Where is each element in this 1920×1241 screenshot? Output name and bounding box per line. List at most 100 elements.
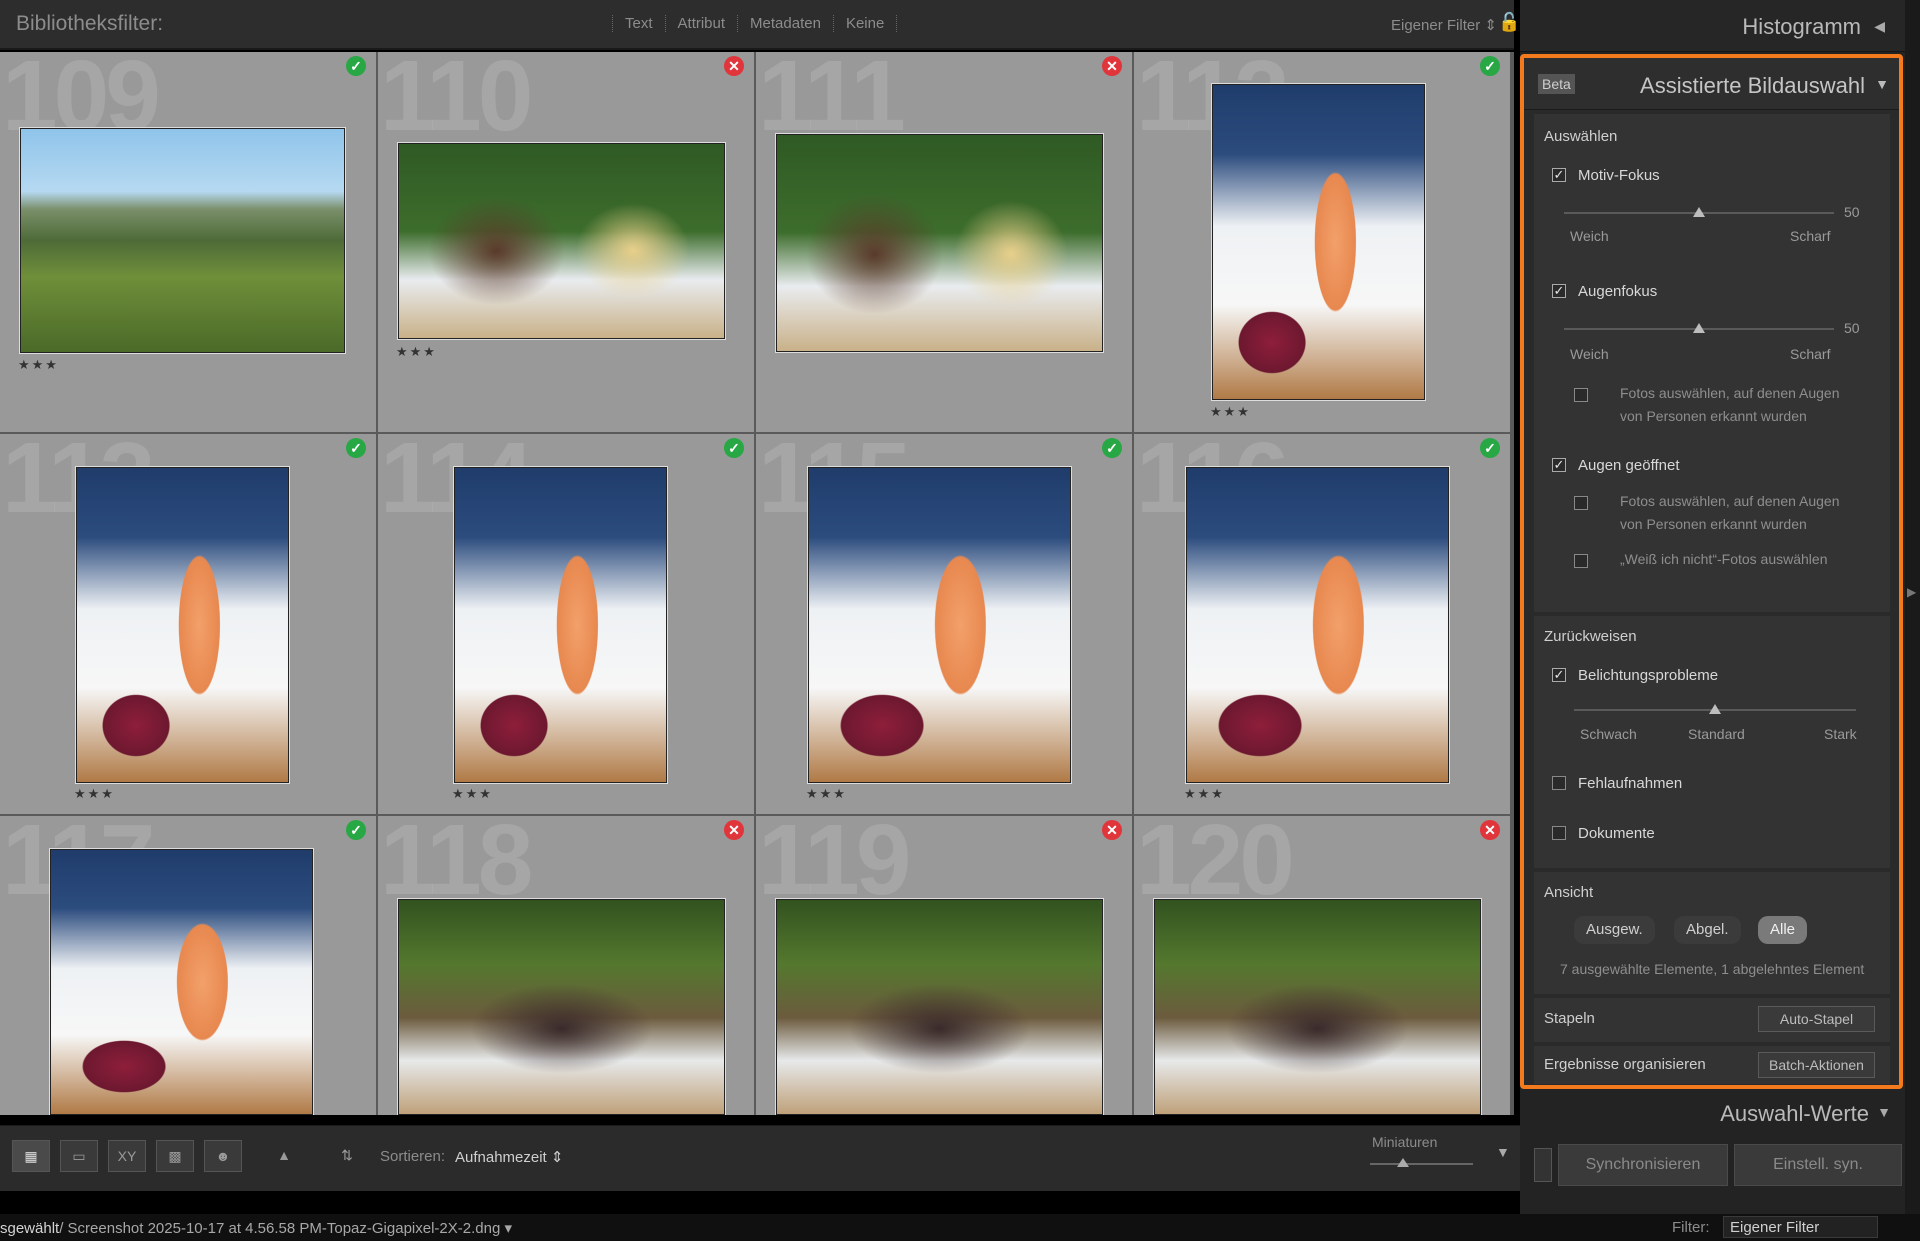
view-selected-button[interactable]: Ausgew. <box>1574 916 1655 944</box>
star-rating[interactable]: ★★★ <box>452 786 493 802</box>
slider-thumb[interactable] <box>1693 323 1705 333</box>
grid-cell[interactable]: 116 ✓ ★★★ <box>1134 434 1510 814</box>
photo-thumbnail[interactable] <box>50 849 313 1115</box>
slider-thumb[interactable] <box>1709 704 1721 714</box>
sort-az-icon[interactable]: ⇅ <box>328 1140 366 1172</box>
photo-thumbnail[interactable] <box>808 467 1071 783</box>
photo-thumbnail[interactable] <box>1186 467 1449 783</box>
people-view-icon[interactable]: ☻ <box>204 1140 242 1172</box>
histogram-title: Histogramm <box>1742 14 1861 39</box>
slider-thumb[interactable] <box>1693 207 1705 217</box>
pick-flag-icon[interactable]: ✓ <box>346 56 366 76</box>
pick-flag-icon[interactable]: ✓ <box>346 820 366 840</box>
dont-know-checkbox[interactable] <box>1574 554 1588 568</box>
eye-focus-detect-checkbox[interactable] <box>1574 388 1588 402</box>
documents-checkbox[interactable] <box>1552 826 1566 840</box>
pick-flag-icon[interactable]: ✓ <box>1480 56 1500 76</box>
selection-values-header[interactable]: Auswahl-Werte ▼ <box>1520 1092 1905 1134</box>
filter-tab-none[interactable]: Keine <box>832 15 898 32</box>
pick-flag-icon[interactable]: ✓ <box>1480 438 1500 458</box>
grid-cell[interactable]: 111 ✕ <box>756 52 1132 432</box>
reject-flag-icon[interactable]: ✕ <box>724 56 744 76</box>
collapse-down-icon[interactable]: ▼ <box>1875 76 1889 92</box>
selection-summary: 7 ausgewählte Elemente, 1 abgelehntes El… <box>1560 961 1865 977</box>
photo-thumbnail[interactable] <box>398 143 725 339</box>
compare-view-icon[interactable]: XY <box>108 1140 146 1172</box>
grid-view-icon[interactable]: ▦ <box>12 1140 50 1172</box>
pick-flag-icon[interactable]: ✓ <box>1102 438 1122 458</box>
expand-right-icon[interactable]: ▶ <box>1907 585 1916 599</box>
eyes-open-checkbox[interactable]: ✓ <box>1552 458 1566 472</box>
eye-focus-value: 50 <box>1844 320 1860 336</box>
collapse-left-icon[interactable]: ◀ <box>1874 18 1885 35</box>
thumbnail-size-slider[interactable] <box>1370 1158 1473 1167</box>
grid-cell[interactable]: 112 ✓ ★★★ <box>1134 52 1510 432</box>
star-rating[interactable]: ★★★ <box>1210 404 1251 420</box>
photo-thumbnail[interactable] <box>398 899 725 1115</box>
reject-flag-icon[interactable]: ✕ <box>724 820 744 840</box>
reject-flag-icon[interactable]: ✕ <box>1102 820 1122 840</box>
grid-cell[interactable]: 118 ✕ <box>378 816 754 1115</box>
eye-focus-slider[interactable] <box>1564 323 1834 333</box>
auto-sync-switch[interactable] <box>1534 1148 1552 1182</box>
survey-view-icon[interactable]: ▩ <box>156 1140 194 1172</box>
reject-flag-icon[interactable]: ✕ <box>1480 820 1500 840</box>
spray-can-icon[interactable]: ▲ <box>272 1140 296 1172</box>
exposure-slider[interactable] <box>1574 704 1856 714</box>
photo-thumbnail[interactable] <box>454 467 667 783</box>
filter-tab-metadata[interactable]: Metadaten <box>737 15 833 32</box>
grid-cell[interactable]: 110 ✕ ★★★ <box>378 52 754 432</box>
photo-thumbnail[interactable] <box>76 467 289 783</box>
custom-filter-dropdown[interactable]: Eigener Filter ⇕ <box>1391 16 1497 34</box>
sync-settings-button[interactable]: Einstell. syn. <box>1734 1144 1902 1186</box>
reject-flag-icon[interactable]: ✕ <box>1102 56 1122 76</box>
pick-flag-icon[interactable]: ✓ <box>724 438 744 458</box>
exposure-problems-checkbox[interactable]: ✓ <box>1552 668 1566 682</box>
grid-cell[interactable]: 109 ✓ ★★★ <box>0 52 376 432</box>
collapse-down-icon[interactable]: ▼ <box>1877 1104 1891 1120</box>
toolbar-menu-icon[interactable]: ▼ <box>1496 1144 1510 1160</box>
star-rating[interactable]: ★★★ <box>18 357 59 373</box>
filter-tab-text[interactable]: Text <box>612 15 665 32</box>
star-rating[interactable]: ★★★ <box>806 786 847 802</box>
sync-button[interactable]: Synchronisieren <box>1558 1144 1728 1186</box>
sort-dropdown[interactable]: Aufnahmezeit ⇕ <box>455 1148 563 1166</box>
histogram-header[interactable]: Histogramm ◀ <box>1520 0 1905 52</box>
grid-cell[interactable]: 114 ✓ ★★★ <box>378 434 754 814</box>
photo-thumbnail[interactable] <box>1154 899 1481 1115</box>
cell-index: 119 <box>758 816 911 916</box>
photo-thumbnail[interactable] <box>776 899 1103 1115</box>
eye-focus-hint: Fotos auswählen, auf denen Augen von Pers… <box>1620 385 1840 424</box>
filter-tab-attribute[interactable]: Attribut <box>664 15 738 32</box>
grid-cell[interactable]: 119 ✕ <box>756 816 1132 1115</box>
view-rejected-button[interactable]: Abgel. <box>1674 916 1741 944</box>
filter-select[interactable]: Eigener Filter <box>1723 1216 1878 1238</box>
batch-actions-button[interactable]: Batch-Aktionen <box>1758 1052 1875 1078</box>
grid-cell[interactable]: 115 ✓ ★★★ <box>756 434 1132 814</box>
auto-stack-button[interactable]: Auto-Stapel <box>1758 1006 1875 1032</box>
grid-cell[interactable]: 120 ✕ <box>1134 816 1510 1115</box>
view-all-button[interactable]: Alle <box>1758 916 1808 944</box>
right-panel-edge[interactable]: ▶ <box>1905 0 1920 1214</box>
pick-flag-icon[interactable]: ✓ <box>346 438 366 458</box>
misfires-checkbox[interactable] <box>1552 776 1566 790</box>
assisted-selection-title: Assistierte Bildauswahl <box>1640 73 1865 98</box>
subject-focus-checkbox[interactable]: ✓ <box>1552 168 1566 182</box>
subject-focus-slider[interactable] <box>1564 207 1834 217</box>
photo-thumbnail[interactable] <box>20 128 345 353</box>
photo-thumbnail[interactable] <box>1212 84 1425 400</box>
slider-thumb[interactable] <box>1396 1158 1409 1167</box>
assisted-selection-header[interactable]: Beta Assistierte Bildauswahl ▼ <box>1524 58 1899 110</box>
grid-cell[interactable]: 117 ✓ <box>0 816 376 1115</box>
star-rating[interactable]: ★★★ <box>74 786 115 802</box>
lock-icon[interactable]: 🔓 <box>1498 12 1520 33</box>
reject-section-title: Zurückweisen <box>1544 628 1637 645</box>
eyes-open-detect-checkbox[interactable] <box>1574 496 1588 510</box>
loupe-view-icon[interactable]: ▭ <box>60 1140 98 1172</box>
photo-thumbnail[interactable] <box>776 134 1103 352</box>
star-rating[interactable]: ★★★ <box>1184 786 1225 802</box>
grid-cell[interactable]: 113 ✓ ★★★ <box>0 434 376 814</box>
misfires-label: Fehlaufnahmen <box>1578 775 1683 792</box>
star-rating[interactable]: ★★★ <box>396 344 437 360</box>
eye-focus-checkbox[interactable]: ✓ <box>1552 284 1566 298</box>
